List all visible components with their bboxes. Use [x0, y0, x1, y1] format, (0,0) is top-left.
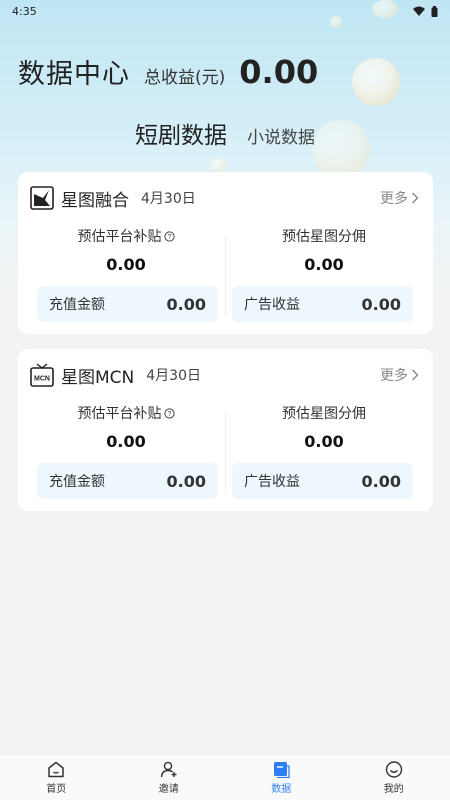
pill-value: 0.00	[361, 471, 401, 491]
col-value: 0.00	[106, 255, 146, 274]
col-label: 预估星图分佣	[282, 406, 366, 422]
mcn-icon-text: MCN	[34, 376, 50, 383]
ad-revenue-pill: 广告收益 0.00	[232, 286, 413, 322]
profile-smile-icon	[385, 760, 402, 778]
nav-label: 数据	[271, 783, 292, 795]
coin-decoration	[210, 158, 226, 172]
card-title: 星图融合	[61, 190, 129, 211]
chevron-right-icon	[412, 192, 419, 204]
data-icon	[274, 761, 290, 778]
col-label: 预估星图分佣	[282, 229, 366, 245]
nav-home[interactable]: 首页	[0, 755, 113, 800]
invite-user-icon	[160, 761, 177, 777]
svg-text:?: ?	[167, 411, 171, 418]
status-time: 4:35	[12, 4, 37, 18]
card-header: MCN 星图MCN 4月30日 更多	[30, 361, 419, 389]
page-header: 数据中心 总收益(元) 0.00	[18, 52, 438, 92]
home-icon	[48, 761, 64, 777]
tab-novel[interactable]: 小说数据	[247, 123, 315, 148]
more-label: 更多	[380, 368, 408, 384]
card-date: 4月30日	[146, 368, 201, 384]
nav-label: 我的	[383, 783, 404, 795]
wifi-icon	[413, 6, 425, 16]
recharge-amount-pill: 充值金额 0.00	[37, 463, 218, 499]
more-link[interactable]: 更多	[380, 188, 419, 208]
pill-value: 0.00	[166, 294, 206, 314]
card-title: 星图MCN	[61, 367, 135, 388]
pill-label: 广告收益	[244, 474, 300, 490]
pill-label: 广告收益	[244, 297, 300, 313]
chevron-right-icon	[412, 369, 419, 381]
data-tabs: 短剧数据 小说数据	[0, 116, 450, 152]
estimated-xingtu-commission: 预估星图分佣 0.00	[224, 226, 424, 274]
pill-value: 0.00	[361, 294, 401, 314]
card-date: 4月30日	[141, 191, 196, 207]
nav-invite[interactable]: 邀请	[113, 755, 226, 800]
col-label: 预估平台补贴	[77, 229, 162, 245]
bottom-nav: 首页 邀请 数据 我的	[0, 754, 450, 800]
card-xingtu-fusion: 星图融合 4月30日 更多 预估平台补贴 ? 0.00 预估星图分佣 0.00 …	[18, 172, 433, 334]
col-label: 预估平台补贴	[77, 406, 162, 422]
card-xingtu-mcn: MCN 星图MCN 4月30日 更多 预估平台补贴 ? 0.00 预估星图分佣 …	[18, 349, 433, 511]
status-icons	[413, 5, 438, 17]
more-label: 更多	[380, 191, 408, 207]
pill-label: 充值金额	[49, 297, 105, 313]
recharge-amount-pill: 充值金额 0.00	[37, 286, 218, 322]
battery-icon	[431, 5, 438, 17]
status-bar: 4:35	[0, 0, 450, 22]
estimated-xingtu-commission: 预估星图分佣 0.00	[224, 403, 424, 451]
nav-profile[interactable]: 我的	[338, 755, 450, 800]
card-header: 星图融合 4月30日 更多	[30, 184, 419, 212]
nav-label: 首页	[46, 783, 67, 795]
tab-short-drama[interactable]: 短剧数据	[135, 116, 227, 150]
total-earnings-value: 0.00	[239, 53, 319, 91]
nav-label: 邀请	[158, 783, 179, 795]
pill-value: 0.00	[166, 471, 206, 491]
total-earnings-label: 总收益(元)	[144, 68, 226, 88]
pill-label: 充值金额	[49, 474, 105, 490]
more-link[interactable]: 更多	[380, 365, 419, 385]
xingtu-logo-icon	[30, 186, 54, 210]
estimated-platform-subsidy: 预估平台补贴 ? 0.00	[26, 226, 226, 274]
col-value: 0.00	[304, 432, 344, 451]
mcn-tv-icon: MCN	[30, 363, 54, 387]
ad-revenue-pill: 广告收益 0.00	[232, 463, 413, 499]
page-title: 数据中心	[18, 59, 130, 90]
nav-data[interactable]: 数据	[225, 755, 338, 800]
help-icon[interactable]: ?	[163, 230, 175, 242]
svg-text:?: ?	[167, 234, 171, 241]
col-value: 0.00	[304, 255, 344, 274]
col-value: 0.00	[106, 432, 146, 451]
help-icon[interactable]: ?	[163, 407, 175, 419]
estimated-platform-subsidy: 预估平台补贴 ? 0.00	[26, 403, 226, 451]
